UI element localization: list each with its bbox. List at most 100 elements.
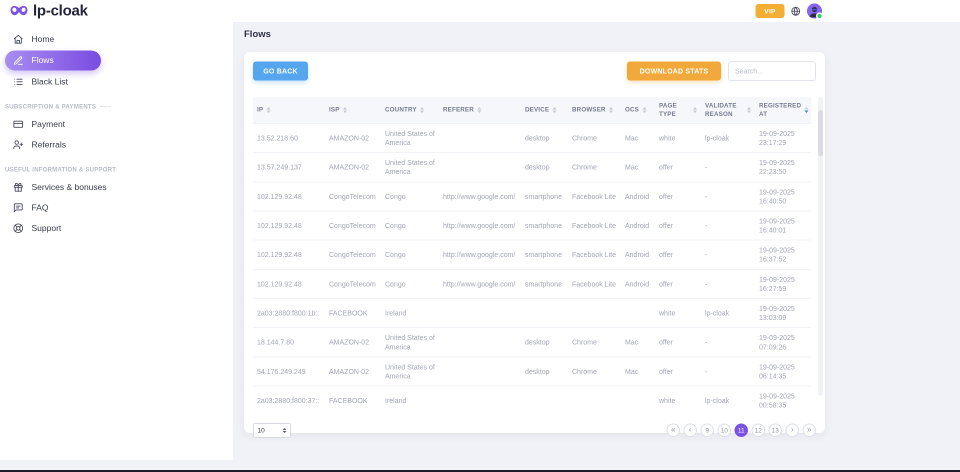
sort-up-arrow bbox=[643, 107, 647, 110]
cell-registered_at: 19-09-2025 07:09:26 bbox=[755, 328, 811, 357]
column-header-country[interactable]: COUNTRY bbox=[381, 97, 439, 123]
cell-validate_reason: - bbox=[701, 182, 755, 211]
sidebar-item-label: Services & bonuses bbox=[32, 182, 107, 192]
pagination-prev-button[interactable]: ‹ bbox=[684, 424, 698, 438]
cell-ocs: Mac bbox=[621, 357, 655, 386]
faq-icon bbox=[13, 203, 24, 214]
column-header-isp[interactable]: ISP bbox=[325, 97, 381, 123]
toolbar-right: DOWNLOAD STATS bbox=[627, 61, 816, 81]
cell-ip: 2a03:2880:f800:37:: bbox=[253, 386, 325, 415]
pagination-next-button[interactable]: › bbox=[786, 424, 800, 438]
cell-ocs bbox=[621, 386, 655, 415]
card-footer: 10 «‹910111213›» bbox=[253, 423, 816, 438]
column-header-label: REGISTERED AT bbox=[759, 102, 801, 119]
column-header-label: PAGE TYPE bbox=[659, 102, 690, 119]
logo-text: lp-cloak bbox=[33, 3, 88, 20]
globe-icon[interactable] bbox=[791, 6, 801, 16]
logo[interactable]: lp-cloak bbox=[10, 0, 88, 22]
table-row: 102.129.92.48CongoTelecomCongohttp://www… bbox=[253, 269, 811, 298]
cell-registered_at: 19-09-2025 00:58:35 bbox=[755, 386, 811, 415]
sort-icon bbox=[553, 107, 557, 113]
search-input[interactable] bbox=[728, 61, 816, 81]
cell-registered_at: 19-09-2025 16:37:52 bbox=[755, 240, 811, 269]
go-back-button[interactable]: GO BACK bbox=[253, 62, 308, 81]
download-stats-button[interactable]: DOWNLOAD STATS bbox=[627, 62, 721, 81]
cell-referer: http://www.google.com/ bbox=[439, 269, 521, 298]
table-header-row: IPISPCOUNTRYREFERERDEVICE BROWSER OCS PAGE … bbox=[253, 97, 811, 123]
cell-browser bbox=[568, 386, 621, 415]
pagination-page-12[interactable]: 12 bbox=[752, 424, 766, 438]
cell-isp: AMAZON-02 bbox=[325, 357, 381, 386]
sort-down-arrow bbox=[805, 110, 809, 113]
sidebar-item-label: Home bbox=[32, 34, 55, 44]
table-body: 13.52.218.60AMAZON-02United States of Am… bbox=[253, 123, 811, 414]
sidebar-item-home[interactable]: Home bbox=[0, 29, 233, 50]
pagination-first-button[interactable]: « bbox=[667, 424, 681, 438]
avatar[interactable] bbox=[807, 4, 822, 19]
cell-validate_reason: - bbox=[701, 269, 755, 298]
app-window: lp-cloak VIP HomeFlowsBlack ListSUBSCRIP… bbox=[0, 0, 960, 472]
cell-ip: 13.57.249.137 bbox=[253, 153, 325, 182]
vip-button[interactable]: VIP bbox=[756, 4, 785, 18]
cell-country: Congo bbox=[381, 269, 439, 298]
cell-device: smartphone bbox=[521, 182, 568, 211]
sort-icon bbox=[267, 107, 271, 113]
sort-down-arrow bbox=[693, 110, 697, 113]
column-header-label: BROWSER bbox=[572, 106, 606, 114]
cell-referer bbox=[439, 328, 521, 357]
home-icon bbox=[13, 34, 24, 45]
sidebar-section-label: USEFUL INFORMATION & SUPPORT bbox=[5, 166, 116, 173]
sidebar-item-services-bonuses[interactable]: Services & bonuses bbox=[0, 177, 233, 198]
sidebar-nav: HomeFlowsBlack ListSUBSCRIPTION & PAYMEN… bbox=[0, 22, 233, 239]
column-header-page_type[interactable]: PAGE TYPE bbox=[655, 97, 701, 123]
column-header-label: VALIDATE REASON bbox=[705, 102, 744, 119]
sidebar-item-payment[interactable]: Payment bbox=[0, 114, 233, 135]
sort-up-arrow bbox=[553, 107, 557, 110]
cell-validate_reason: - bbox=[701, 211, 755, 240]
pagination-page-9[interactable]: 9 bbox=[701, 424, 715, 438]
cell-ocs: Mac bbox=[621, 123, 655, 152]
scrollbar-track[interactable] bbox=[818, 97, 823, 396]
column-header-validate_reason[interactable]: VALIDATE REASON bbox=[701, 97, 755, 123]
sidebar-item-flows[interactable]: Flows bbox=[5, 51, 101, 71]
sidebar-item-label: Referrals bbox=[32, 140, 66, 150]
cell-page_type: offer bbox=[655, 328, 701, 357]
cell-isp: FACEBOOK bbox=[325, 386, 381, 415]
cell-device bbox=[521, 299, 568, 328]
sidebar-item-black-list[interactable]: Black List bbox=[0, 72, 233, 93]
column-header-device[interactable]: DEVICE bbox=[521, 97, 568, 123]
cell-isp: AMAZON-02 bbox=[325, 123, 381, 152]
page-size-select[interactable]: 10 bbox=[253, 423, 291, 438]
sidebar-item-support[interactable]: Support bbox=[0, 218, 233, 239]
sort-up-arrow bbox=[477, 107, 481, 110]
pagination-page-13[interactable]: 13 bbox=[769, 424, 783, 438]
page-title: Flows bbox=[244, 29, 271, 40]
sort-icon bbox=[643, 107, 647, 113]
scrollbar-thumb[interactable] bbox=[818, 110, 823, 156]
cell-browser: Facebook Lite bbox=[568, 240, 621, 269]
cell-registered_at: 19-09-2025 06:14:35 bbox=[755, 357, 811, 386]
cell-referer bbox=[439, 153, 521, 182]
pagination-last-button[interactable]: » bbox=[803, 424, 817, 438]
column-header-referer[interactable]: REFERER bbox=[439, 97, 521, 123]
column-header-registered_at[interactable]: REGISTERED AT bbox=[755, 97, 811, 123]
sidebar-item-faq[interactable]: FAQ bbox=[0, 198, 233, 219]
column-header-ip[interactable]: IP bbox=[253, 97, 325, 123]
sidebar-item-referrals[interactable]: Referrals bbox=[0, 135, 233, 156]
support-icon bbox=[13, 223, 24, 234]
column-header-label: OCS bbox=[625, 106, 639, 114]
pagination-page-10[interactable]: 10 bbox=[718, 424, 732, 438]
cell-device: desktop bbox=[521, 153, 568, 182]
cell-device: desktop bbox=[521, 357, 568, 386]
cell-ip: 54.176.249.249 bbox=[253, 357, 325, 386]
sort-down-arrow bbox=[747, 110, 751, 113]
column-header-ocs[interactable]: OCS bbox=[621, 97, 655, 123]
sidebar-item-label: Support bbox=[32, 223, 62, 233]
pagination-page-11[interactable]: 11 bbox=[735, 424, 749, 438]
topbar: lp-cloak VIP bbox=[0, 0, 960, 22]
cell-referer: http://www.google.com/ bbox=[439, 182, 521, 211]
column-header-browser[interactable]: BROWSER bbox=[568, 97, 621, 123]
cell-country: Congo bbox=[381, 182, 439, 211]
table-row: 102.129.92.48CongoTelecomCongohttp://www… bbox=[253, 211, 811, 240]
cell-validate_reason: lp-cloak bbox=[701, 386, 755, 415]
